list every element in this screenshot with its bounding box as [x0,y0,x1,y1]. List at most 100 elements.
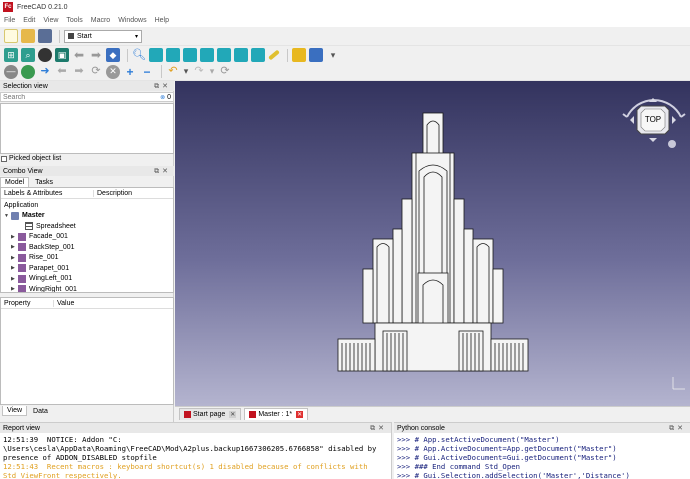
expand-right-icon[interactable]: ▶ [11,255,18,261]
part-feature-icon [18,232,26,241]
stop-loading-icon[interactable]: ✕ [106,64,120,79]
draw-style-icon[interactable] [38,48,52,62]
selection-list[interactable] [0,103,174,154]
workbench-selector[interactable]: Start ▾ [64,29,142,43]
link-icon[interactable]: ▾ [326,48,340,62]
save-file-icon[interactable] [38,29,52,43]
create-part-icon[interactable] [292,48,306,62]
bounding-box-icon[interactable]: ▣ [55,48,69,62]
report-view-header: Report view ⧉✕ [0,423,391,433]
recompute-icon[interactable]: ⟳ [218,65,232,79]
left-panel: Selection view ⧉✕ ⊗ 0 Picked object list… [0,81,174,423]
expand-right-icon[interactable]: ▶ [11,234,18,240]
front-view-icon[interactable] [166,48,180,62]
tree-document-row[interactable]: ▼ Master [4,211,45,222]
menu-tools[interactable]: Tools [66,17,82,24]
zoom-in-icon[interactable]: + [123,65,137,79]
model-tree: Labels & Attributes Description Applicat… [0,187,174,293]
tree-item[interactable]: Spreadsheet [18,221,76,232]
tree-item[interactable]: ▶ WingRight_001 [11,284,77,292]
menu-file[interactable]: File [4,17,15,24]
go-forward-icon[interactable]: ➜ [38,65,52,79]
right-view-icon[interactable] [200,48,214,62]
tree-item[interactable]: ▶ BackStep_001 [11,242,75,253]
clear-search-icon[interactable]: ⊗ [160,94,165,101]
panel-controls-icon[interactable]: ⧉✕ [154,82,171,91]
expand-right-icon[interactable]: ▶ [11,265,18,271]
combo-tabs: Model Tasks [0,177,59,187]
toolbar-separator [59,29,60,43]
menu-help[interactable]: Help [155,17,169,24]
tree-application: Application [4,200,38,211]
measure-distance-icon[interactable] [268,49,280,61]
tree-item[interactable]: ▶ Rise_001 [11,253,59,264]
right-wing-tower [472,238,494,324]
menu-view[interactable]: View [43,17,58,24]
fit-all-icon[interactable]: ⊞ [4,48,18,62]
undo-dropdown-icon[interactable]: ▾ [183,65,189,79]
left-view-icon[interactable] [251,48,265,62]
rear-view-icon[interactable] [217,48,231,62]
tab-model[interactable]: Model [0,177,30,187]
tree-item[interactable]: ▶ Parapet_001 [11,263,69,274]
tree-item-label: Rise_001 [29,254,59,262]
selection-search-input[interactable] [1,92,151,102]
expand-right-icon[interactable]: ▶ [11,286,18,292]
doc-tab-start-page[interactable]: Start page ✕ [179,408,242,420]
menu-macro[interactable]: Macro [91,17,110,24]
nav-back-icon[interactable]: ⬅ [55,65,69,79]
close-icon[interactable]: ✕ [296,411,304,418]
picked-list-checkbox[interactable] [1,155,7,162]
zoom-icon[interactable]: 🔍︎ [132,48,146,62]
refresh-icon[interactable]: ⟳ [89,65,103,79]
web-browser-icon[interactable] [21,64,35,79]
console-line: >>> # Gui.ActiveDocument=Gui.getDocument… [397,453,617,462]
menu-edit[interactable]: Edit [23,17,35,24]
new-file-icon[interactable] [4,29,18,43]
tree-item[interactable]: ▶ Facade_001 [11,232,68,243]
tab-data[interactable]: Data [27,406,54,416]
redo-dropdown-icon[interactable]: ▾ [209,65,215,79]
back-arrow-icon[interactable]: ⬅ [72,48,86,62]
picked-list-option[interactable]: Picked object list [1,155,61,162]
undo-icon[interactable]: ↶ [166,65,180,79]
console-line: >>> # App.ActiveDocument=App.getDocument… [397,444,617,453]
property-col-value[interactable]: Value [53,299,74,307]
tree-item[interactable]: ▶ WingLeft_001 [11,274,72,285]
property-editor: Property Value [0,297,174,405]
tab-tasks[interactable]: Tasks [29,178,59,187]
panel-controls-icon[interactable]: ⧉✕ [669,424,686,433]
freecad-small-icon [249,411,257,418]
tree-col-labels[interactable]: Labels & Attributes [1,190,93,197]
tree-col-description[interactable]: Description [93,189,132,197]
expand-right-icon[interactable]: ▶ [11,244,18,250]
zoom-out-icon[interactable]: − [140,65,154,79]
top-view-icon[interactable] [183,48,197,62]
tree-item-label: Spreadsheet [36,222,76,230]
part-feature-icon [18,253,26,262]
right-wing [490,338,529,372]
redo-icon[interactable]: ↷ [192,65,206,79]
stop-icon[interactable]: — [4,64,18,79]
report-line: 12:51:39 NOTICE: Addon "C: [3,435,122,444]
panel-controls-icon[interactable]: ⧉✕ [370,424,387,433]
3d-viewport[interactable]: TOP [175,81,690,406]
property-col-property[interactable]: Property [1,300,53,307]
open-file-icon[interactable] [21,29,35,43]
nav-forward-icon[interactable]: ➡ [72,65,86,79]
tab-view[interactable]: View [2,406,28,416]
isometric-view-icon[interactable] [149,48,163,62]
python-console-output[interactable]: >>> # App.setActiveDocument("Master") >>… [394,433,690,479]
expand-down-icon[interactable]: ▼ [4,213,11,219]
sync-view-icon[interactable]: ◆ [106,48,120,62]
doc-tab-master[interactable]: Master : 1* ✕ [244,408,309,420]
expand-right-icon[interactable]: ▶ [11,276,18,282]
nav-cube-face-label[interactable]: TOP [645,115,661,124]
create-group-icon[interactable] [309,48,323,62]
bottom-view-icon[interactable] [234,48,248,62]
close-icon[interactable]: ✕ [229,411,237,418]
fit-selection-icon[interactable]: ⌕ [21,48,35,62]
forward-arrow-icon[interactable]: ➡ [89,48,103,62]
panel-controls-icon[interactable]: ⧉✕ [154,167,171,176]
menu-windows[interactable]: Windows [118,17,146,24]
